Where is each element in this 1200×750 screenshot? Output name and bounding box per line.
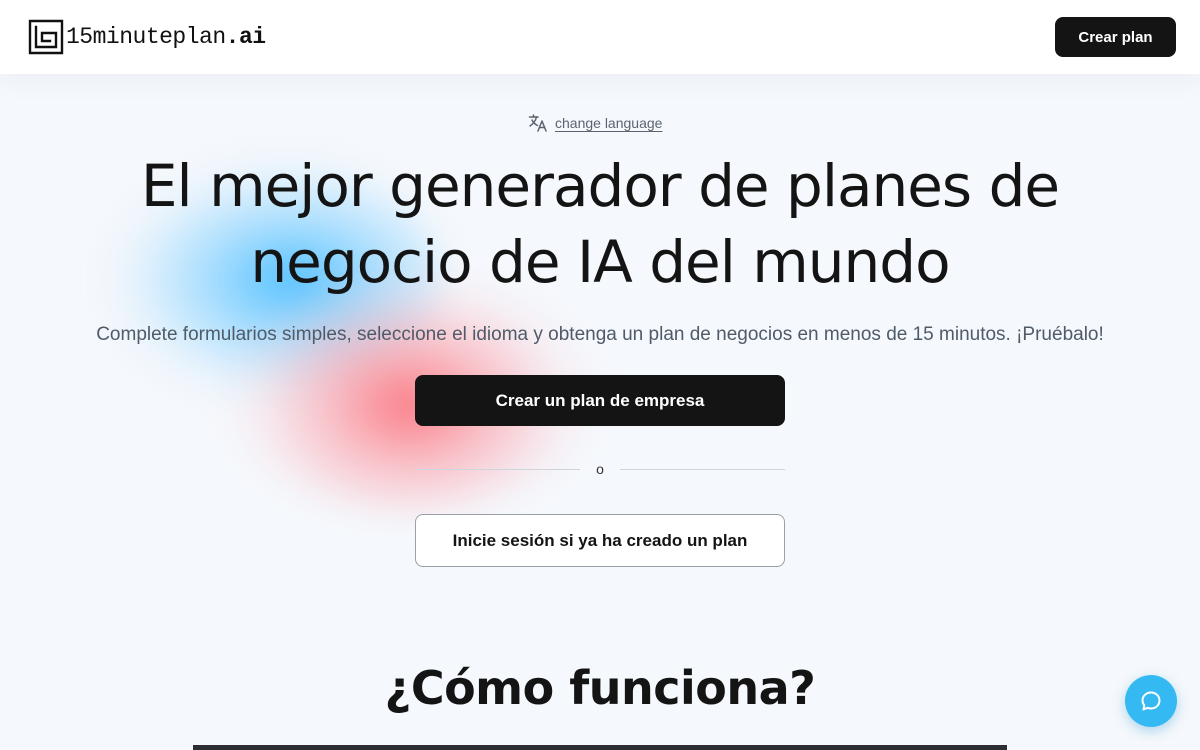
site-header: 15minuteplan.ai Crear plan	[0, 0, 1200, 74]
login-button[interactable]: Inicie sesión si ya ha creado un plan	[415, 514, 785, 567]
divider-line-right	[620, 469, 785, 470]
chat-bubble-icon	[1141, 691, 1161, 711]
translate-icon	[528, 114, 547, 132]
create-business-plan-button[interactable]: Crear un plan de empresa	[415, 375, 785, 426]
maze-logo-icon	[28, 19, 64, 55]
how-it-works-title: ¿Cómo funciona?	[384, 661, 816, 715]
change-language-link[interactable]: change language	[555, 115, 662, 131]
page: 15minuteplan.ai Crear plan change langua…	[0, 0, 1200, 750]
logo-link[interactable]: 15minuteplan.ai	[28, 19, 266, 55]
video-preview[interactable]	[193, 745, 1007, 750]
logo-wordmark: 15minuteplan.ai	[66, 24, 266, 50]
header-create-plan-button[interactable]: Crear plan	[1055, 17, 1176, 57]
language-switcher[interactable]: change language	[528, 112, 662, 134]
chat-widget-button[interactable]	[1125, 675, 1177, 727]
hero-headline: El mejor generador de planes de negocio …	[60, 148, 1140, 300]
or-divider: o	[415, 458, 785, 480]
hero-subtitle: Complete formularios simples, seleccione…	[96, 324, 1104, 345]
hero-headline-line2: negocio de IA del mundo	[250, 228, 950, 296]
hero-headline-line1: El mejor generador de planes de	[140, 152, 1060, 220]
